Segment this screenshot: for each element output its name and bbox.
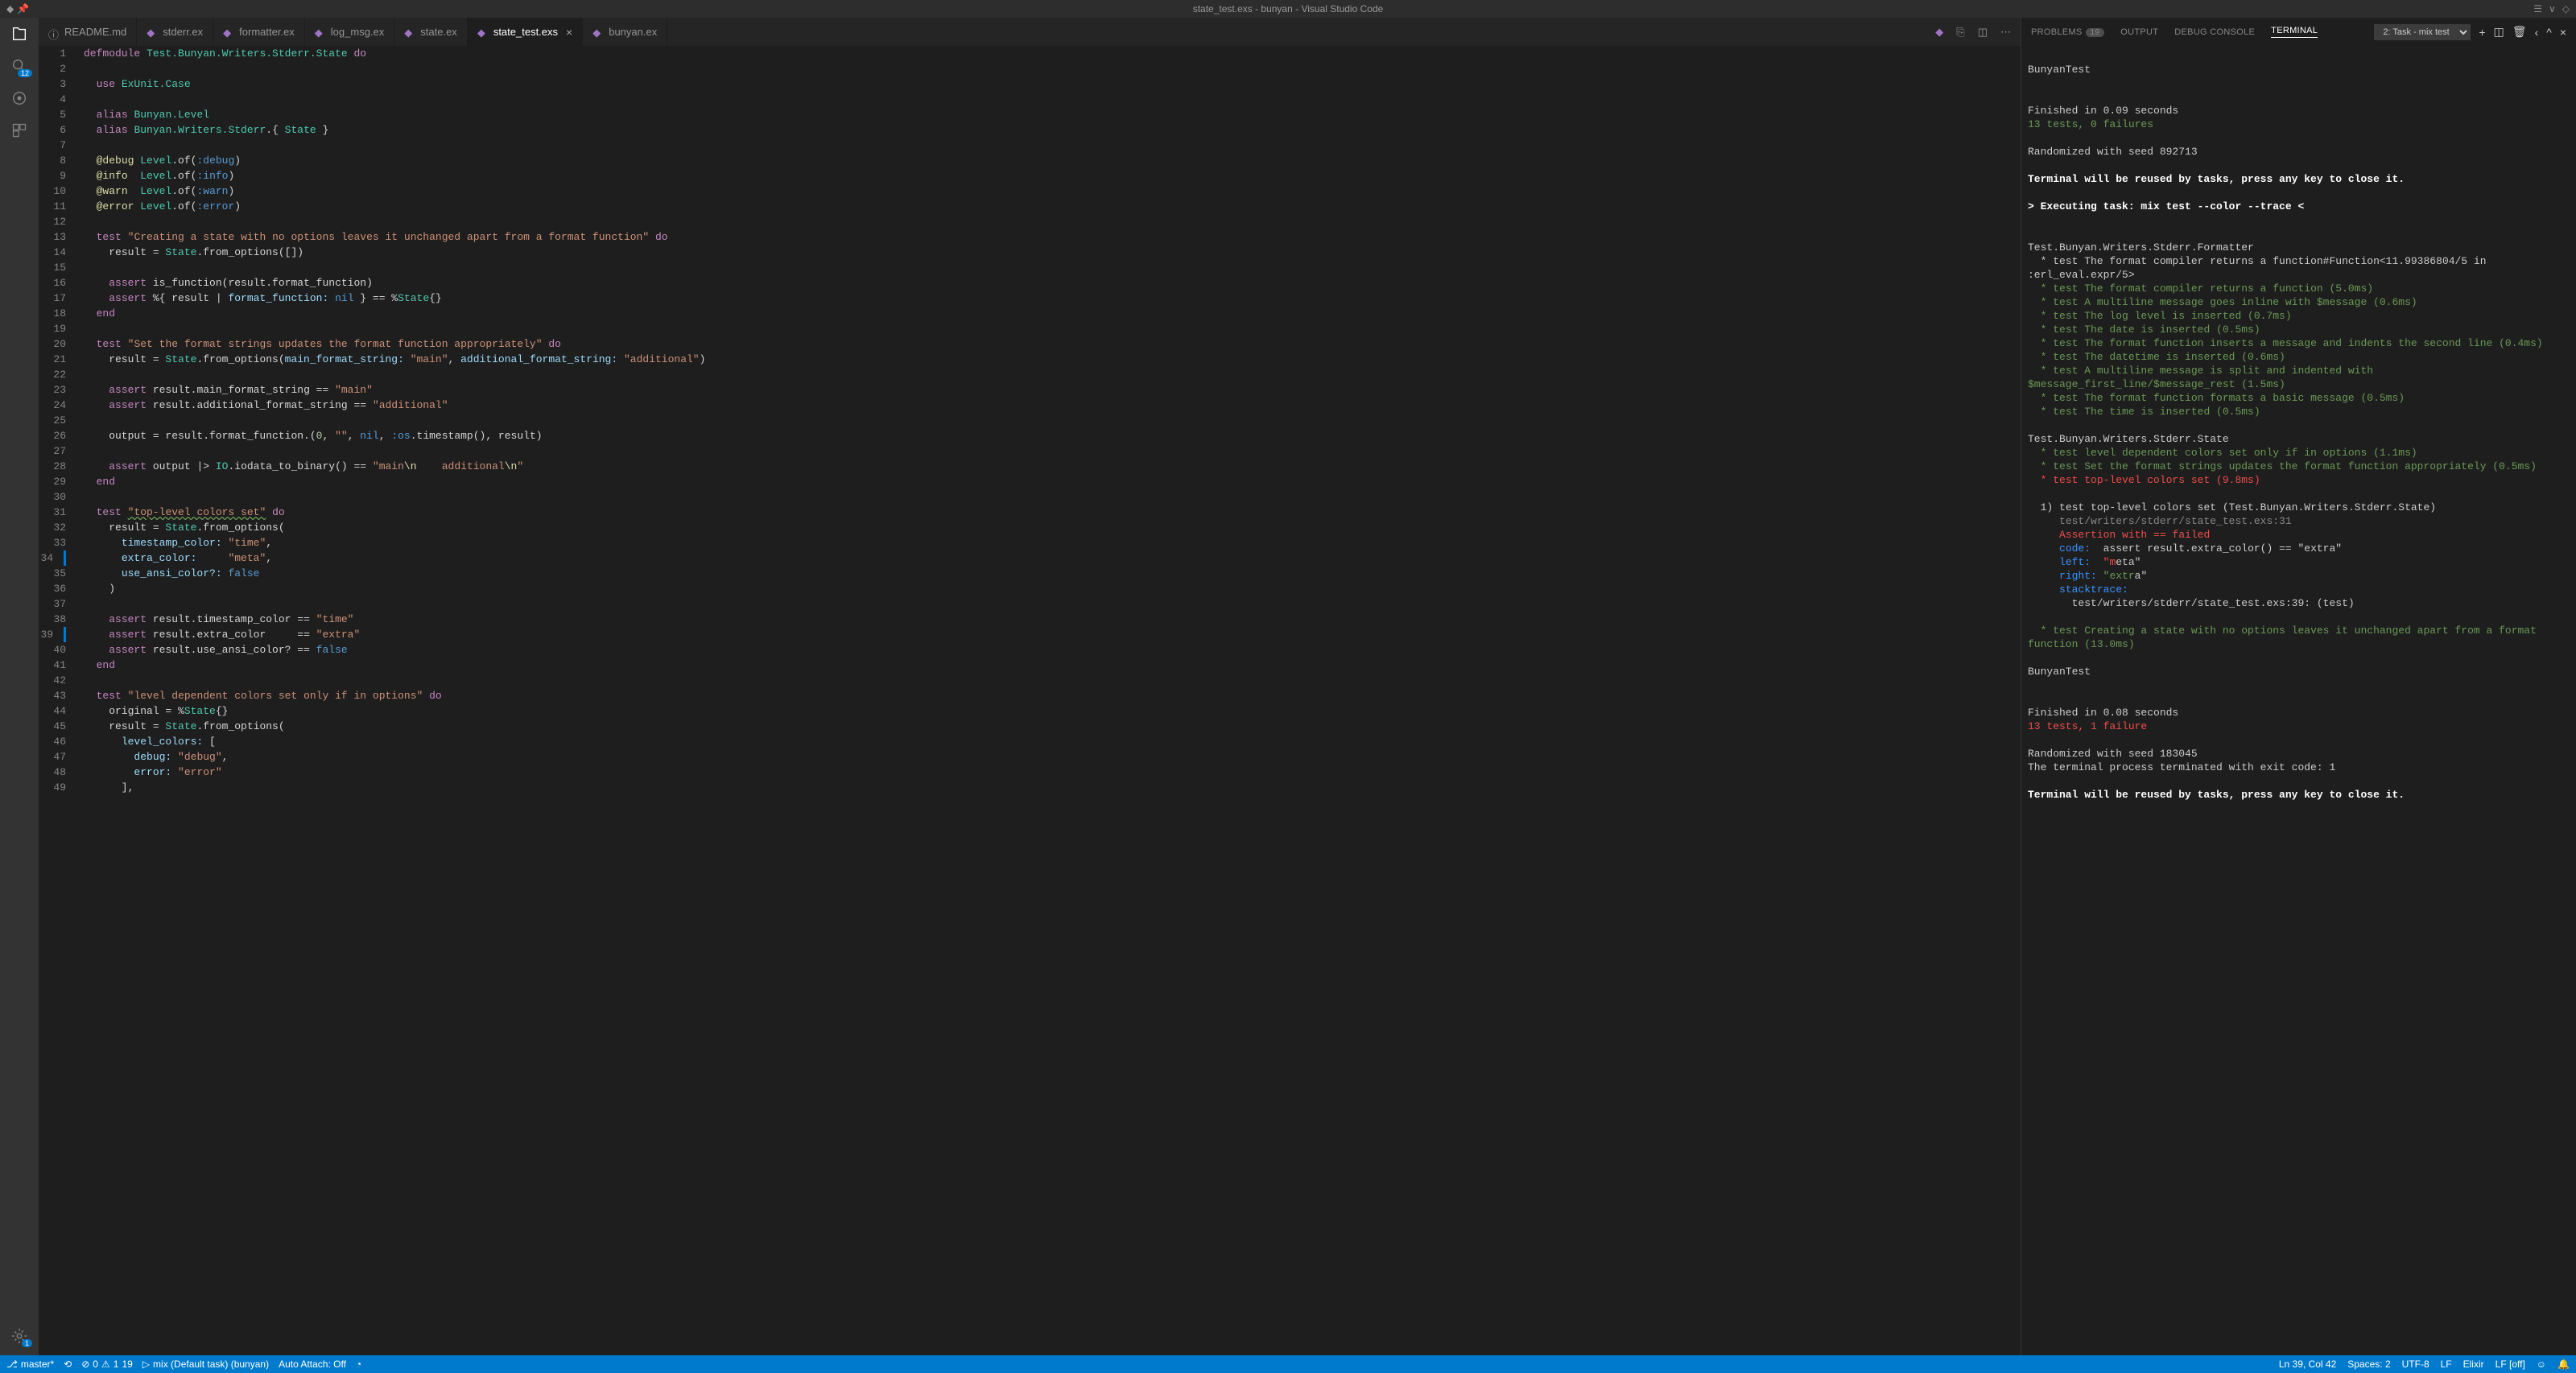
- explorer-icon[interactable]: [10, 24, 29, 43]
- tab-formatter[interactable]: ◆formatter.ex: [213, 18, 305, 46]
- pin-icon[interactable]: 📌: [17, 3, 29, 14]
- elixir-icon: ◆: [315, 27, 326, 38]
- status-bar: ⎇ master* ⟲ ⊘ 0 ⚠ 1 19 ▷ mix (Default ta…: [0, 1355, 2576, 1373]
- title-bar: ◆ 📌 state_test.exs - bunyan - Visual Stu…: [0, 0, 2576, 18]
- task-select[interactable]: 2: Task - mix test: [2374, 24, 2471, 40]
- panel-tabs: PROBLEMS19 OUTPUT DEBUG CONSOLE TERMINAL…: [2021, 18, 2576, 46]
- title-bar-left: ◆ 📌: [6, 3, 29, 14]
- menu-icon[interactable]: ☰: [2533, 3, 2542, 14]
- elixir-icon: ◆: [223, 27, 234, 38]
- status-cursor[interactable]: Ln 39, Col 42: [2279, 1359, 2336, 1370]
- minimize-icon[interactable]: ∨: [2549, 3, 2556, 14]
- code-content[interactable]: defmodule Test.Bunyan.Writers.Stderr.Sta…: [79, 46, 2016, 1355]
- maximize-panel-icon[interactable]: ^: [2546, 26, 2552, 39]
- status-sync[interactable]: ⟲: [64, 1359, 72, 1370]
- panel-tab-problems[interactable]: PROBLEMS19: [2031, 27, 2104, 37]
- status-task[interactable]: ▷ mix (Default task) (bunyan): [142, 1359, 269, 1370]
- panel-tab-terminal[interactable]: TERMINAL: [2271, 26, 2318, 38]
- status-clock-icon[interactable]: ◔: [356, 1359, 361, 1370]
- status-eol[interactable]: LF: [2441, 1359, 2452, 1370]
- elixir-icon: ◆: [404, 27, 415, 38]
- editor-tabs: ⓘREADME.md ◆stderr.ex ◆formatter.ex ◆log…: [39, 18, 2021, 46]
- status-branch[interactable]: ⎇ master*: [6, 1359, 54, 1370]
- panel-tab-debug[interactable]: DEBUG CONSOLE: [2174, 27, 2255, 37]
- split-terminal-icon[interactable]: ◫: [2494, 25, 2504, 39]
- status-attach[interactable]: Auto Attach: Off: [279, 1359, 346, 1370]
- editor-actions: ◆ ⎘ ◫ ⋯: [1926, 26, 2021, 39]
- status-feedback-icon[interactable]: ☺: [2537, 1359, 2546, 1370]
- tab-state-test[interactable]: ◆state_test.exs×: [468, 18, 583, 46]
- close-icon[interactable]: ×: [566, 26, 572, 39]
- close-panel-icon[interactable]: ×: [2560, 26, 2566, 39]
- elixir-icon: ◆: [147, 27, 158, 38]
- panel-tab-output[interactable]: OUTPUT: [2120, 27, 2158, 37]
- extensions-icon[interactable]: [10, 121, 29, 140]
- vscode-icon: ◆: [6, 3, 14, 14]
- elixir-icon: ◆: [592, 27, 604, 38]
- tab-stderr[interactable]: ◆stderr.ex: [137, 18, 213, 46]
- status-diagnostics[interactable]: ⊘ 0 ⚠ 1 19: [81, 1359, 133, 1370]
- split-icon[interactable]: ◫: [1978, 26, 1988, 39]
- elixir-icon[interactable]: ◆: [1935, 26, 1943, 39]
- maximize-icon[interactable]: ◇: [2562, 3, 2570, 14]
- more-icon[interactable]: ⋯: [2000, 26, 2011, 39]
- window-title: state_test.exs - bunyan - Visual Studio …: [1193, 3, 1384, 14]
- terminal-output[interactable]: BunyanTest Finished in 0.09 seconds13 te…: [2021, 46, 2576, 1355]
- tab-state[interactable]: ◆state.ex: [394, 18, 468, 46]
- status-bell-icon[interactable]: 🔔: [2557, 1359, 2570, 1370]
- debug-icon[interactable]: [10, 89, 29, 108]
- status-spaces[interactable]: Spaces: 2: [2347, 1359, 2390, 1370]
- new-terminal-icon[interactable]: +: [2479, 26, 2485, 39]
- compare-icon[interactable]: ⎘: [1956, 26, 1964, 39]
- info-icon: ⓘ: [48, 27, 60, 38]
- status-lf[interactable]: LF [off]: [2496, 1359, 2525, 1370]
- search-icon[interactable]: 12: [10, 56, 29, 76]
- settings-icon[interactable]: 1: [10, 1326, 29, 1346]
- line-gutter: 1234567891011121314151617181920212223242…: [39, 46, 79, 1355]
- activity-bar: 12 1: [0, 18, 39, 1355]
- panel-area: PROBLEMS19 OUTPUT DEBUG CONSOLE TERMINAL…: [2021, 18, 2576, 1355]
- settings-badge: 1: [22, 1339, 32, 1347]
- search-badge: 12: [18, 69, 32, 77]
- status-encoding[interactable]: UTF-8: [2402, 1359, 2429, 1370]
- tab-logmsg[interactable]: ◆log_msg.ex: [305, 18, 394, 46]
- problems-badge: 19: [2086, 28, 2105, 37]
- trash-icon[interactable]: 🗑: [2512, 25, 2527, 39]
- tab-bunyan[interactable]: ◆bunyan.ex: [583, 18, 667, 46]
- status-lang[interactable]: Elixir: [2463, 1359, 2484, 1370]
- elixir-icon: ◆: [477, 27, 489, 38]
- tab-readme[interactable]: ⓘREADME.md: [39, 18, 137, 46]
- editor-area: ⓘREADME.md ◆stderr.ex ◆formatter.ex ◆log…: [39, 18, 2021, 1355]
- title-bar-right: ☰ ∨ ◇: [2533, 3, 2570, 14]
- editor-body[interactable]: 1234567891011121314151617181920212223242…: [39, 46, 2021, 1355]
- prev-icon[interactable]: ‹: [2535, 26, 2539, 39]
